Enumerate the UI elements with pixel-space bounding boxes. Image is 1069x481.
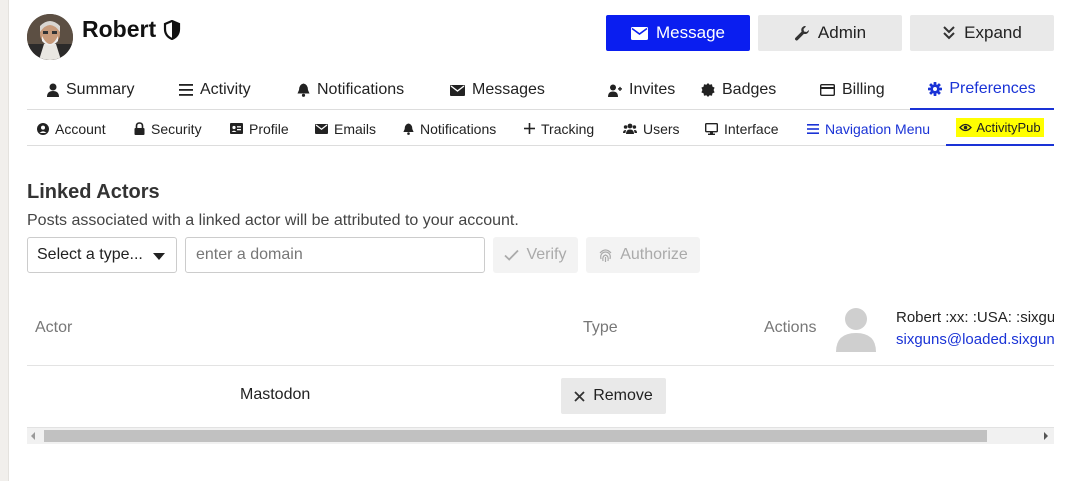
envelope-icon [315, 123, 328, 134]
column-type: Type [583, 319, 618, 336]
admin-button[interactable]: Admin [758, 15, 902, 51]
preferences-subnav: Account Security Profile Emails Notifica… [27, 111, 1054, 146]
tab-messages[interactable]: Messages [450, 70, 545, 110]
remove-button-label: Remove [593, 387, 653, 404]
scroll-right-arrow-icon[interactable] [1044, 432, 1048, 440]
subtab-interface[interactable]: Interface [705, 111, 778, 146]
user-circle-icon [37, 122, 49, 135]
subtab-activitypub-highlight: ActivityPub [956, 118, 1044, 137]
tab-activity-label: Activity [200, 81, 251, 98]
user-icon [47, 83, 59, 97]
credit-card-icon [820, 84, 835, 96]
bars-icon [807, 123, 819, 134]
subtab-tracking-label: Tracking [541, 120, 595, 137]
message-button-label: Message [656, 23, 725, 42]
tab-messages-label: Messages [472, 81, 545, 98]
subtab-navigation-menu-label: Navigation Menu [825, 120, 931, 137]
subtab-navigation-menu[interactable]: Navigation Menu [807, 111, 930, 146]
message-button[interactable]: Message [606, 15, 750, 51]
authorize-button[interactable]: Authorize [586, 237, 700, 273]
tab-summary[interactable]: Summary [47, 70, 134, 110]
linked-actors-heading: Linked Actors [27, 181, 160, 203]
linked-actors-description: Posts associated with a linked actor wil… [27, 212, 519, 229]
expand-button[interactable]: Expand [910, 15, 1054, 51]
subtab-activitypub[interactable]: ActivityPub [946, 111, 1054, 146]
caret-down-icon [153, 253, 165, 260]
check-icon [504, 249, 520, 261]
verify-button-label: Verify [526, 246, 567, 263]
remove-button[interactable]: Remove [561, 378, 666, 414]
user-plus-icon [608, 84, 622, 97]
window-left-edge [0, 0, 9, 481]
expand-button-label: Expand [964, 23, 1022, 42]
scrollbar-thumb[interactable] [44, 430, 987, 442]
certificate-icon [701, 83, 715, 97]
subtab-notifications-label: Notifications [420, 120, 497, 137]
subtab-interface-label: Interface [724, 120, 779, 137]
profile-avatar[interactable] [27, 14, 73, 60]
row-type: Mastodon [240, 386, 311, 403]
profile-name: Robert [82, 16, 181, 43]
subtab-notifications[interactable]: Notifications [403, 111, 496, 146]
tab-badges-label: Badges [722, 81, 777, 98]
profile-name-text: Robert [82, 16, 157, 42]
tab-preferences[interactable]: Preferences [910, 70, 1054, 110]
close-icon [574, 390, 585, 402]
tab-billing-label: Billing [842, 81, 885, 98]
admin-button-label: Admin [817, 23, 867, 42]
envelope-icon [450, 84, 465, 96]
tab-billing[interactable]: Billing [820, 70, 885, 110]
bell-icon [403, 123, 414, 135]
subtab-users-label: Users [643, 120, 680, 137]
horizontal-scrollbar[interactable] [27, 427, 1054, 444]
table-divider [27, 365, 1054, 366]
domain-input[interactable] [185, 237, 485, 273]
gear-icon [928, 82, 943, 96]
column-actions: Actions [764, 319, 817, 336]
activitypub-icon [959, 123, 973, 132]
list-icon [179, 84, 193, 96]
shield-half-icon [163, 19, 181, 40]
subtab-security-label: Security [151, 120, 202, 137]
desktop-icon [705, 122, 718, 135]
id-card-icon [230, 123, 243, 134]
column-actor: Actor [35, 319, 73, 336]
subtab-emails[interactable]: Emails [315, 111, 376, 146]
subtab-account[interactable]: Account [37, 111, 106, 146]
tab-invites[interactable]: Invites [608, 70, 675, 110]
tab-activity[interactable]: Activity [179, 70, 251, 110]
authorize-button-label: Authorize [620, 246, 688, 263]
user-card-handle[interactable]: sixguns@loaded.sixguns.social [896, 331, 1054, 348]
actor-type-select[interactable]: Select a type... [27, 237, 177, 273]
scroll-left-arrow-icon[interactable] [31, 432, 35, 440]
envelope-icon [631, 26, 648, 40]
primary-nav: Summary Activity Notifications Messages … [27, 70, 1054, 110]
tab-notifications[interactable]: Notifications [297, 70, 404, 110]
users-icon [623, 123, 637, 134]
bell-icon [297, 83, 310, 97]
user-card-name: Robert :xx: :USA: :sixguns: [896, 309, 1054, 326]
double-chevron-down-icon [942, 25, 956, 41]
tab-preferences-label: Preferences [949, 80, 1036, 97]
lock-icon [134, 122, 145, 135]
tab-notifications-label: Notifications [317, 81, 405, 98]
default-avatar-icon [835, 306, 877, 352]
subtab-users[interactable]: Users [623, 111, 680, 146]
tab-badges[interactable]: Badges [701, 70, 776, 110]
subtab-emails-label: Emails [334, 120, 377, 137]
subtab-profile-label: Profile [249, 120, 289, 137]
wrench-icon [794, 25, 810, 41]
verify-button[interactable]: Verify [493, 237, 578, 273]
actor-type-select-value: Select a type... [37, 246, 143, 263]
tab-invites-label: Invites [629, 81, 676, 98]
tab-summary-label: Summary [66, 81, 135, 98]
fingerprint-icon [598, 248, 613, 263]
subtab-tracking[interactable]: Tracking [524, 111, 594, 146]
plus-icon [524, 123, 535, 134]
subtab-security[interactable]: Security [134, 111, 202, 146]
subtab-activitypub-label: ActivityPub [976, 120, 1041, 135]
subtab-profile[interactable]: Profile [230, 111, 289, 146]
subtab-account-label: Account [55, 120, 106, 137]
